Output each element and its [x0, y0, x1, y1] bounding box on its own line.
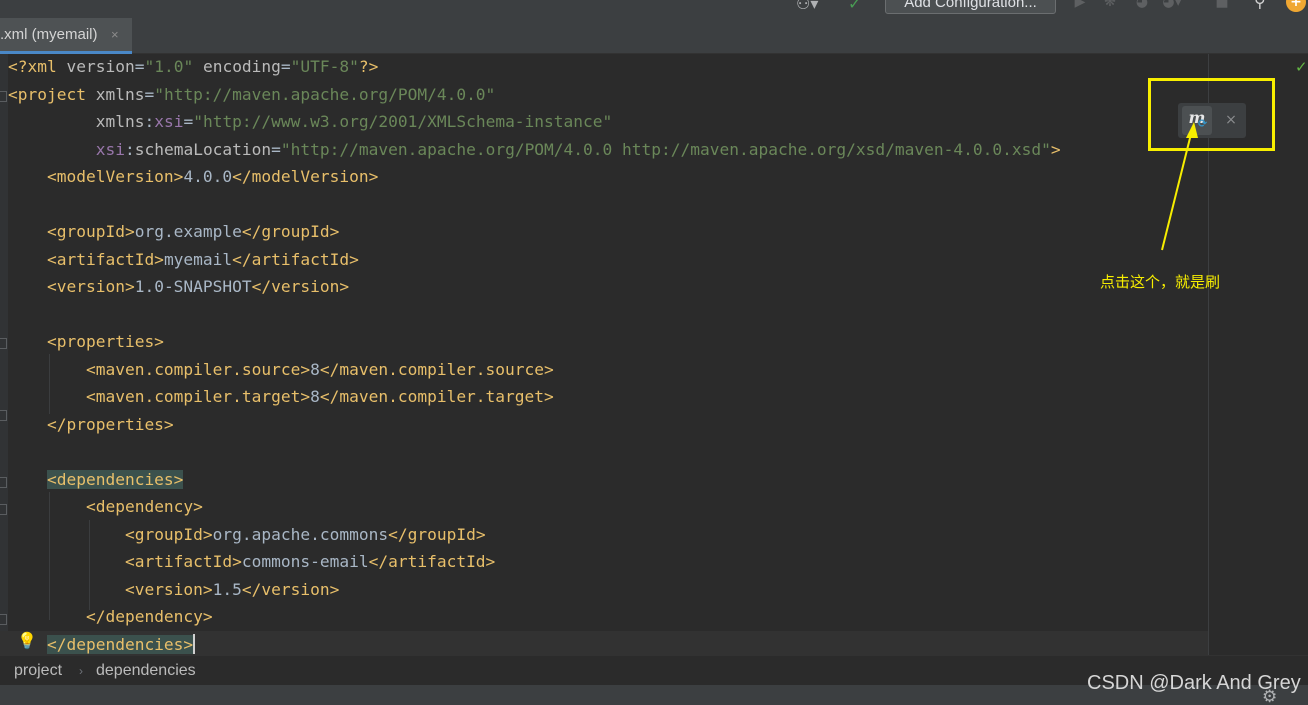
code-editor[interactable]: ✓ <?xml version="1.0" encoding="UTF-8"?>…: [0, 54, 1308, 655]
breadcrumb-separator-icon: ›: [79, 664, 83, 678]
close-icon[interactable]: ×: [111, 18, 119, 52]
annotation-note: 点击这个，就是刷: [1100, 273, 1221, 291]
fold-marker-icon[interactable]: [0, 338, 7, 349]
code-line-16: <dependencies>: [8, 468, 184, 492]
watermark: CSDN @Dark And Grey: [1087, 672, 1301, 694]
code-line-19: <artifactId>commons-email</artifactId>: [124, 552, 496, 571]
add-configuration-button[interactable]: Add Configuration...: [885, 0, 1056, 14]
code-line-12: <maven.compiler.source>8</maven.compiler…: [85, 360, 554, 379]
editor-gutter: [0, 54, 8, 655]
code-line-7: <groupId>org.example</groupId>: [46, 222, 340, 241]
main-toolbar: ⚇▾ ✓ Add Configuration... ▶ ❋ ◕ ◕▾ ■ ⚲ +: [0, 0, 1308, 18]
code-line-13: <maven.compiler.target>8</maven.compiler…: [85, 387, 554, 406]
code-line-11: <properties>: [46, 332, 164, 351]
hammer-icon[interactable]: ✓: [848, 0, 870, 14]
fold-marker-icon[interactable]: [0, 410, 7, 421]
fold-marker-icon[interactable]: [0, 477, 7, 488]
text-caret: [193, 634, 196, 654]
fold-marker-icon[interactable]: [0, 504, 7, 515]
code-line-20: <version>1.5</version>: [124, 580, 340, 599]
code-line-5: <modelVersion>4.0.0</modelVersion>: [46, 167, 379, 186]
update-badge-icon[interactable]: +: [1286, 0, 1306, 12]
tab-pom-xml[interactable]: .xml (myemail) ×: [0, 18, 132, 54]
code-line-17: <dependency>: [85, 497, 203, 516]
code-line-21: </dependency>: [85, 607, 213, 626]
user-icon[interactable]: ⚇▾: [796, 0, 832, 14]
fold-marker-icon[interactable]: [0, 91, 7, 102]
code-line-14: </properties>: [46, 415, 174, 434]
inspection-ok-icon[interactable]: ✓: [1295, 58, 1308, 76]
code-line-4: xsi:schemaLocation="http://maven.apache.…: [95, 140, 1061, 159]
code-line-18: <groupId>org.apache.commons</groupId>: [124, 525, 486, 544]
code-line-1: <?xml version="1.0" encoding="UTF-8"?>: [8, 57, 379, 76]
debug-icon[interactable]: ❋: [1100, 0, 1120, 14]
code-line-9: <version>1.0-SNAPSHOT</version>: [46, 277, 350, 296]
code-line-2: <project xmlns="http://maven.apache.org/…: [8, 85, 496, 104]
code-line-3: xmlns:xsi="http://www.w3.org/2001/XMLSch…: [95, 112, 613, 131]
lightbulb-icon[interactable]: 💡: [17, 631, 37, 653]
annotation-arrow: [1161, 122, 1198, 251]
stop-icon[interactable]: ■: [1212, 0, 1232, 14]
matched-tag-highlight: </dependencies>: [46, 635, 194, 654]
breadcrumb-item-dependencies[interactable]: dependencies: [96, 656, 196, 686]
breadcrumb-item-project[interactable]: project: [14, 656, 62, 686]
editor-tab-bar: .xml (myemail) ×: [0, 18, 1308, 54]
coverage-icon[interactable]: ◕: [1132, 0, 1152, 14]
code-line-8: <artifactId>myemail</artifactId>: [46, 250, 359, 269]
tab-label: .xml (myemail): [0, 26, 98, 43]
matched-tag-highlight: <dependencies>: [46, 470, 184, 489]
run-icon[interactable]: ▶: [1070, 0, 1090, 14]
search-icon[interactable]: ⚲: [1254, 0, 1274, 14]
fold-marker-icon[interactable]: [0, 614, 7, 625]
profile-icon[interactable]: ◕▾: [1162, 0, 1182, 14]
